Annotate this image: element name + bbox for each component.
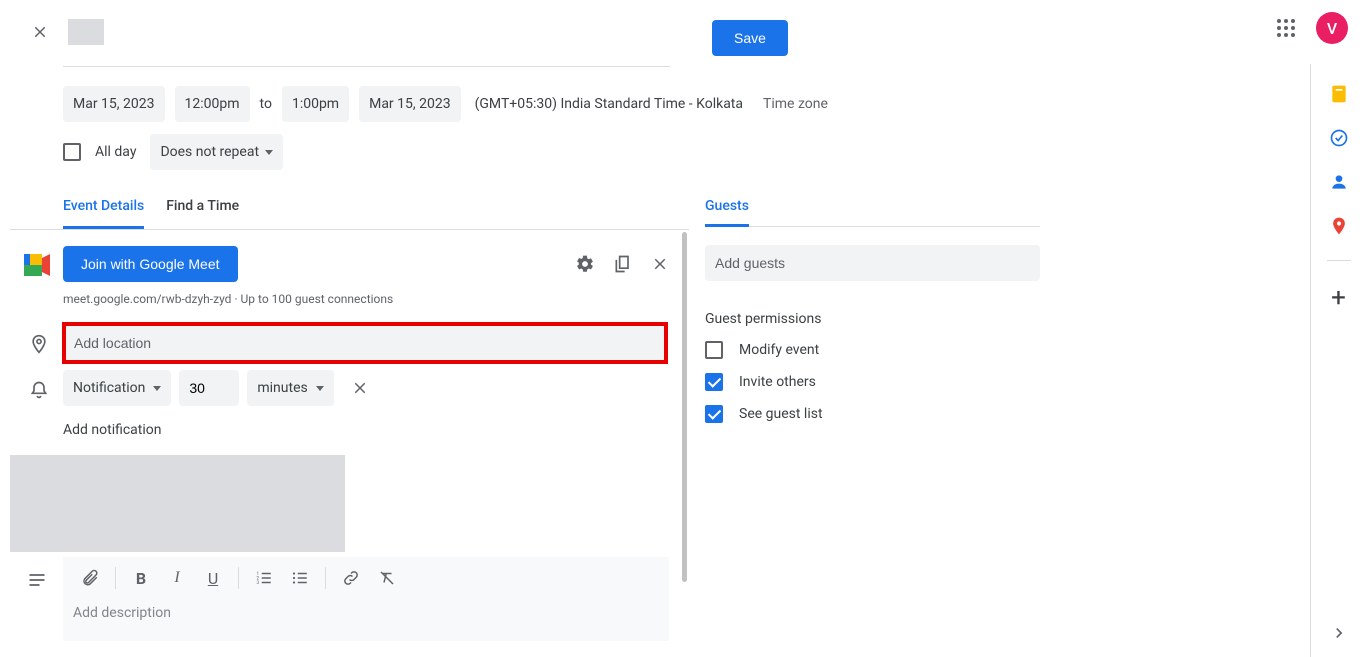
description-area: B I U 123 Add description	[63, 557, 669, 641]
maps-icon[interactable]	[1329, 216, 1349, 236]
side-panel: +	[1310, 64, 1366, 657]
keep-icon[interactable]	[1329, 84, 1349, 104]
remove-notification-icon[interactable]	[342, 370, 378, 406]
end-date-chip[interactable]: Mar 15, 2023	[359, 86, 461, 122]
underline-icon[interactable]: U	[196, 561, 230, 595]
modify-event-label: Modify event	[739, 342, 819, 358]
notification-type-label: Notification	[73, 380, 145, 396]
see-guest-list-checkbox[interactable]	[705, 405, 723, 423]
timezone-link[interactable]: Time zone	[763, 96, 828, 112]
add-guests-input[interactable]	[705, 245, 1040, 281]
tasks-icon[interactable]	[1329, 128, 1349, 148]
link-icon[interactable]	[334, 561, 368, 595]
allday-checkbox[interactable]	[63, 143, 81, 161]
guests-underline	[705, 226, 1040, 227]
collapse-panel-icon[interactable]	[1329, 623, 1349, 643]
scrollbar[interactable]	[682, 232, 687, 582]
modify-event-checkbox[interactable]	[705, 341, 723, 359]
invite-others-label: Invite others	[739, 374, 816, 390]
description-input[interactable]: Add description	[63, 599, 669, 641]
start-date-chip[interactable]: Mar 15, 2023	[63, 86, 165, 122]
tab-event-details[interactable]: Event Details	[63, 198, 144, 229]
contacts-icon[interactable]	[1329, 172, 1349, 192]
add-notification-button[interactable]: Add notification	[63, 422, 162, 438]
tabs-underline	[10, 229, 689, 230]
allday-label: All day	[95, 144, 136, 160]
numbered-list-icon[interactable]: 123	[247, 561, 281, 595]
italic-icon[interactable]: I	[160, 561, 194, 595]
location-pin-icon	[27, 332, 51, 356]
notification-type-select[interactable]: Notification	[63, 370, 171, 406]
remove-meet-icon[interactable]	[651, 255, 669, 273]
description-icon	[27, 570, 47, 590]
notification-unit-select[interactable]: minutes	[247, 370, 333, 406]
repeat-select[interactable]: Does not repeat	[150, 134, 283, 170]
bullet-list-icon[interactable]	[283, 561, 317, 595]
start-time-chip[interactable]: 12:00pm	[175, 86, 250, 122]
title-underline	[63, 66, 670, 67]
sidebar-divider	[1327, 260, 1351, 261]
clear-formatting-icon[interactable]	[370, 561, 404, 595]
allday-row: All day Does not repeat	[63, 134, 283, 170]
chevron-down-icon	[265, 150, 273, 155]
tab-find-a-time[interactable]: Find a Time	[166, 198, 239, 229]
location-highlight	[62, 322, 668, 364]
repeat-label: Does not repeat	[160, 144, 259, 160]
svg-text:3: 3	[257, 580, 260, 586]
to-label: to	[260, 96, 272, 112]
close-icon[interactable]	[28, 20, 52, 44]
google-apps-icon[interactable]	[1274, 16, 1298, 40]
notification-unit-label: minutes	[257, 380, 307, 396]
invite-others-checkbox[interactable]	[705, 373, 723, 391]
meet-link-text: meet.google.com/rwb-dzyh-zyd · Up to 100…	[63, 292, 669, 306]
calendar-owner-placeholder	[10, 455, 345, 552]
bold-icon[interactable]: B	[124, 561, 158, 595]
timezone-text: (GMT+05:30) India Standard Time - Kolkat…	[475, 96, 743, 112]
location-input[interactable]	[66, 326, 664, 360]
chevron-down-icon	[316, 386, 324, 391]
title-placeholder[interactable]	[68, 19, 104, 45]
date-time-row: Mar 15, 2023 12:00pm to 1:00pm Mar 15, 2…	[63, 86, 828, 122]
copy-meet-icon[interactable]	[613, 254, 633, 274]
notification-value-input[interactable]	[179, 370, 239, 406]
join-google-meet-button[interactable]: Join with Google Meet	[63, 246, 238, 282]
description-toolbar: B I U 123	[63, 557, 669, 599]
bell-icon	[27, 378, 51, 402]
tab-guests[interactable]: Guests	[705, 198, 749, 227]
guest-permissions-title: Guest permissions	[705, 311, 1040, 327]
add-addon-icon[interactable]: +	[1331, 285, 1346, 311]
end-time-chip[interactable]: 1:00pm	[282, 86, 349, 122]
google-meet-icon	[24, 254, 50, 276]
chevron-down-icon	[153, 386, 161, 391]
avatar[interactable]: V	[1316, 12, 1348, 44]
save-button[interactable]: Save	[712, 20, 788, 56]
meet-settings-icon[interactable]	[575, 254, 595, 274]
see-guest-list-label: See guest list	[739, 406, 823, 422]
attach-icon[interactable]	[73, 561, 107, 595]
